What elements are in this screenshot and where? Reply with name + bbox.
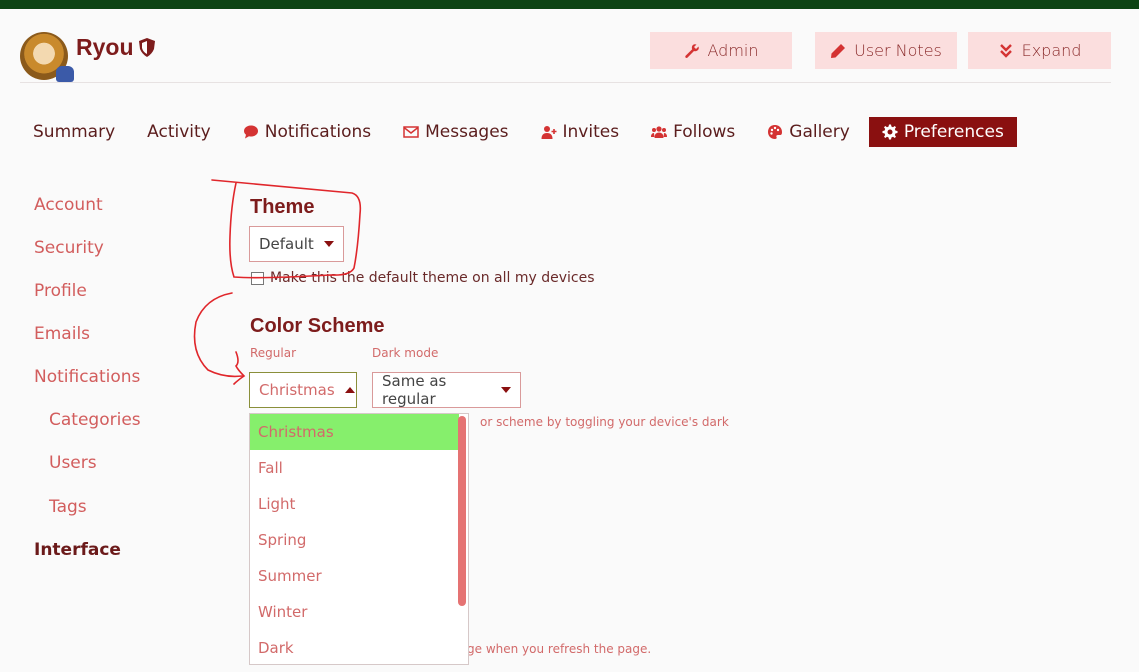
default-theme-checkbox-label: Make this the default theme on all my de… [270,270,595,286]
gear-icon [882,124,898,140]
default-theme-checkbox[interactable] [251,271,264,285]
color-scheme-hint: or scheme by toggling your device's dark [480,415,729,429]
sidebar-item-emails[interactable]: Emails [34,324,90,344]
sidebar-item-account[interactable]: Account [34,195,103,215]
default-theme-checkbox-row[interactable]: Make this the default theme on all my de… [251,270,595,286]
color-scheme-heading: Color Scheme [250,315,385,337]
avatar[interactable] [20,32,74,82]
dropdown-option-christmas[interactable]: Christmas [250,414,459,450]
annotation-arrowhead [233,351,246,385]
dropdown-option-light[interactable]: Light [250,486,468,522]
regular-label: Regular [250,346,297,360]
dropdown-option-winter[interactable]: Winter [250,594,468,630]
admin-button[interactable]: Admin [650,32,792,69]
shield-icon [139,38,155,62]
tab-gallery[interactable]: Gallery [754,117,863,147]
user-plus-icon [541,126,557,139]
theme-heading: Theme [250,196,315,218]
top-bar [0,0,1139,9]
tab-label: Invites [562,122,620,142]
tab-notifications[interactable]: Notifications [230,117,384,147]
caret-up-icon [344,387,355,393]
tab-follows[interactable]: Follows [638,117,748,147]
palette-icon [768,125,783,139]
tab-label: Notifications [264,122,372,142]
sidebar-item-users[interactable]: Users [49,453,97,473]
tab-label: Follows [673,122,736,142]
tab-activity[interactable]: Activity [134,117,224,147]
theme-select-value: Default [259,235,314,253]
annotation-overlay [193,179,362,385]
tab-messages[interactable]: Messages [390,117,521,147]
header-divider [20,82,1111,83]
caret-down-icon [501,387,511,393]
expand-button[interactable]: Expand [968,32,1111,69]
sidebar-item-tags[interactable]: Tags [49,497,87,517]
avatar-badge-icon [56,66,74,82]
tab-label: Activity [147,122,211,142]
refresh-hint: ge when you refresh the page. [467,642,652,656]
tab-label: Messages [425,122,509,142]
tab-label: Gallery [789,122,850,142]
admin-label: Admin [707,41,759,60]
dropdown-option-spring[interactable]: Spring [250,522,468,558]
sidebar-item-security[interactable]: Security [34,238,104,258]
tab-summary[interactable]: Summary [20,117,128,147]
tab-invites[interactable]: Invites [528,117,633,147]
envelope-icon [403,126,419,138]
dark-scheme-select[interactable]: Same as regular [372,372,521,408]
dropdown-scrollbar[interactable] [458,416,466,606]
wrench-icon [684,43,699,58]
chevron-double-down-icon [999,43,1012,58]
profile-tabs: Summary Activity Notifications Messages … [20,117,1023,147]
username[interactable]: Ryou [76,34,134,61]
dropdown-option-dark[interactable]: Dark [250,630,468,664]
tab-preferences[interactable]: Preferences [868,117,1017,147]
dark-mode-label: Dark mode [372,346,439,360]
theme-select[interactable]: Default [249,226,344,262]
comment-icon [243,125,258,139]
regular-scheme-select-value: Christmas [259,381,335,399]
sidebar-item-notifications[interactable]: Notifications [34,367,140,387]
sidebar-item-interface[interactable]: Interface [34,540,121,560]
user-notes-button[interactable]: User Notes [815,32,957,69]
users-icon [651,126,668,138]
sidebar-item-categories[interactable]: Categories [49,410,141,430]
pencil-icon [831,43,846,58]
dropdown-option-summer[interactable]: Summer [250,558,468,594]
caret-down-icon [323,241,334,247]
dropdown-option-fall[interactable]: Fall [250,450,468,486]
annotation-arrow [193,292,243,378]
tab-label: Summary [33,122,116,142]
tab-label: Preferences [903,122,1004,142]
user-notes-label: User Notes [854,41,942,60]
color-scheme-dropdown[interactable]: Christmas Fall Light Spring Summer Winte… [249,413,469,665]
dark-scheme-select-value: Same as regular [382,372,447,408]
expand-label: Expand [1021,41,1082,60]
sidebar-item-profile[interactable]: Profile [34,281,87,301]
regular-scheme-select[interactable]: Christmas [249,372,357,408]
